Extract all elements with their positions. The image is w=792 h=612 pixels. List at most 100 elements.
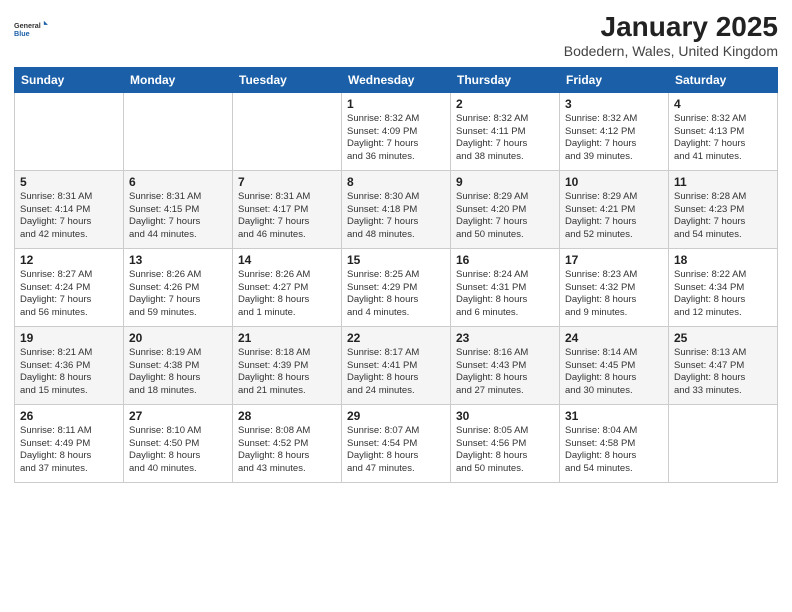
day-info: Sunrise: 8:32 AM Sunset: 4:11 PM Dayligh… — [456, 113, 554, 164]
day-info: Sunrise: 8:13 AM Sunset: 4:47 PM Dayligh… — [674, 347, 772, 398]
day-info: Sunrise: 8:26 AM Sunset: 4:26 PM Dayligh… — [129, 269, 227, 320]
logo-svg: General Blue — [14, 12, 50, 48]
svg-text:General: General — [14, 21, 41, 30]
table-row: 28 Sunrise: 8:08 AM Sunset: 4:52 PM Dayli… — [233, 404, 342, 482]
table-row: 11 Sunrise: 8:28 AM Sunset: 4:23 PM Dayli… — [669, 170, 778, 248]
day-number: 4 — [674, 97, 772, 111]
day-info: Sunrise: 8:27 AM Sunset: 4:24 PM Dayligh… — [20, 269, 118, 320]
day-number: 29 — [347, 409, 445, 423]
day-number: 6 — [129, 175, 227, 189]
day-info: Sunrise: 8:31 AM Sunset: 4:17 PM Dayligh… — [238, 191, 336, 242]
table-row: 22 Sunrise: 8:17 AM Sunset: 4:41 PM Dayli… — [342, 326, 451, 404]
location-subtitle: Bodedern, Wales, United Kingdom — [564, 43, 778, 59]
table-row: 31 Sunrise: 8:04 AM Sunset: 4:58 PM Dayli… — [560, 404, 669, 482]
svg-text:Blue: Blue — [14, 29, 30, 38]
day-number: 22 — [347, 331, 445, 345]
table-row: 6Sunrise: 8:31 AM Sunset: 4:15 PM Daylig… — [124, 170, 233, 248]
day-number: 25 — [674, 331, 772, 345]
day-info: Sunrise: 8:28 AM Sunset: 4:23 PM Dayligh… — [674, 191, 772, 242]
calendar-week-row: 19Sunrise: 8:21 AM Sunset: 4:36 PM Dayli… — [15, 326, 778, 404]
logo: General Blue — [14, 12, 50, 48]
day-info: Sunrise: 8:21 AM Sunset: 4:36 PM Dayligh… — [20, 347, 118, 398]
day-info: Sunrise: 8:05 AM Sunset: 4:56 PM Dayligh… — [456, 425, 554, 476]
header-wednesday: Wednesday — [342, 67, 451, 92]
table-row: 17 Sunrise: 8:23 AM Sunset: 4:32 PM Dayli… — [560, 248, 669, 326]
day-info: Sunrise: 8:07 AM Sunset: 4:54 PM Dayligh… — [347, 425, 445, 476]
day-number: 9 — [456, 175, 554, 189]
day-info: Sunrise: 8:24 AM Sunset: 4:31 PM Dayligh… — [456, 269, 554, 320]
table-row: 18Sunrise: 8:22 AM Sunset: 4:34 PM Dayli… — [669, 248, 778, 326]
header-friday: Friday — [560, 67, 669, 92]
table-row: 13Sunrise: 8:26 AM Sunset: 4:26 PM Dayli… — [124, 248, 233, 326]
table-row — [669, 404, 778, 482]
table-row: 5Sunrise: 8:31 AM Sunset: 4:14 PM Daylig… — [15, 170, 124, 248]
calendar-week-row: 26 Sunrise: 8:11 AM Sunset: 4:49 PM Dayli… — [15, 404, 778, 482]
day-number: 20 — [129, 331, 227, 345]
table-row: 14 Sunrise: 8:26 AM Sunset: 4:27 PM Dayli… — [233, 248, 342, 326]
day-info: Sunrise: 8:16 AM Sunset: 4:43 PM Dayligh… — [456, 347, 554, 398]
month-title: January 2025 — [564, 12, 778, 43]
day-info: Sunrise: 8:14 AM Sunset: 4:45 PM Dayligh… — [565, 347, 663, 398]
page-header: General Blue January 2025 Bodedern, Wale… — [14, 12, 778, 59]
table-row: 1Sunrise: 8:32 AM Sunset: 4:09 PM Daylig… — [342, 92, 451, 170]
table-row: 4 Sunrise: 8:32 AM Sunset: 4:13 PM Daylig… — [669, 92, 778, 170]
day-info: Sunrise: 8:23 AM Sunset: 4:32 PM Dayligh… — [565, 269, 663, 320]
table-row: 24 Sunrise: 8:14 AM Sunset: 4:45 PM Dayli… — [560, 326, 669, 404]
day-number: 7 — [238, 175, 336, 189]
day-number: 30 — [456, 409, 554, 423]
day-number: 31 — [565, 409, 663, 423]
day-info: Sunrise: 8:18 AM Sunset: 4:39 PM Dayligh… — [238, 347, 336, 398]
day-info: Sunrise: 8:04 AM Sunset: 4:58 PM Dayligh… — [565, 425, 663, 476]
day-number: 3 — [565, 97, 663, 111]
calendar-week-row: 12 Sunrise: 8:27 AM Sunset: 4:24 PM Dayli… — [15, 248, 778, 326]
day-number: 26 — [20, 409, 118, 423]
table-row: 12 Sunrise: 8:27 AM Sunset: 4:24 PM Dayli… — [15, 248, 124, 326]
day-info: Sunrise: 8:30 AM Sunset: 4:18 PM Dayligh… — [347, 191, 445, 242]
day-info: Sunrise: 8:32 AM Sunset: 4:09 PM Dayligh… — [347, 113, 445, 164]
header-thursday: Thursday — [451, 67, 560, 92]
table-row: 15 Sunrise: 8:25 AM Sunset: 4:29 PM Dayli… — [342, 248, 451, 326]
table-row: 29 Sunrise: 8:07 AM Sunset: 4:54 PM Dayli… — [342, 404, 451, 482]
day-number: 5 — [20, 175, 118, 189]
table-row: 21 Sunrise: 8:18 AM Sunset: 4:39 PM Dayli… — [233, 326, 342, 404]
header-sunday: Sunday — [15, 67, 124, 92]
day-number: 14 — [238, 253, 336, 267]
day-number: 21 — [238, 331, 336, 345]
day-number: 24 — [565, 331, 663, 345]
day-info: Sunrise: 8:08 AM Sunset: 4:52 PM Dayligh… — [238, 425, 336, 476]
day-number: 16 — [456, 253, 554, 267]
day-info: Sunrise: 8:29 AM Sunset: 4:21 PM Dayligh… — [565, 191, 663, 242]
table-row: 2 Sunrise: 8:32 AM Sunset: 4:11 PM Daylig… — [451, 92, 560, 170]
day-number: 27 — [129, 409, 227, 423]
day-number: 28 — [238, 409, 336, 423]
day-number: 15 — [347, 253, 445, 267]
day-number: 17 — [565, 253, 663, 267]
calendar-week-row: 5Sunrise: 8:31 AM Sunset: 4:14 PM Daylig… — [15, 170, 778, 248]
day-info: Sunrise: 8:19 AM Sunset: 4:38 PM Dayligh… — [129, 347, 227, 398]
day-number: 8 — [347, 175, 445, 189]
table-row: 8 Sunrise: 8:30 AM Sunset: 4:18 PM Daylig… — [342, 170, 451, 248]
day-number: 10 — [565, 175, 663, 189]
day-info: Sunrise: 8:26 AM Sunset: 4:27 PM Dayligh… — [238, 269, 336, 320]
day-number: 2 — [456, 97, 554, 111]
header-monday: Monday — [124, 67, 233, 92]
day-number: 12 — [20, 253, 118, 267]
day-info: Sunrise: 8:32 AM Sunset: 4:13 PM Dayligh… — [674, 113, 772, 164]
header-tuesday: Tuesday — [233, 67, 342, 92]
table-row: 30 Sunrise: 8:05 AM Sunset: 4:56 PM Dayli… — [451, 404, 560, 482]
table-row: 16 Sunrise: 8:24 AM Sunset: 4:31 PM Dayli… — [451, 248, 560, 326]
day-number: 18 — [674, 253, 772, 267]
table-row: 9 Sunrise: 8:29 AM Sunset: 4:20 PM Daylig… — [451, 170, 560, 248]
day-info: Sunrise: 8:11 AM Sunset: 4:49 PM Dayligh… — [20, 425, 118, 476]
day-info: Sunrise: 8:29 AM Sunset: 4:20 PM Dayligh… — [456, 191, 554, 242]
day-number: 11 — [674, 175, 772, 189]
page-container: General Blue January 2025 Bodedern, Wale… — [0, 0, 792, 612]
table-row: 25 Sunrise: 8:13 AM Sunset: 4:47 PM Dayli… — [669, 326, 778, 404]
table-row: 27Sunrise: 8:10 AM Sunset: 4:50 PM Dayli… — [124, 404, 233, 482]
table-row — [233, 92, 342, 170]
day-info: Sunrise: 8:17 AM Sunset: 4:41 PM Dayligh… — [347, 347, 445, 398]
calendar-table: Sunday Monday Tuesday Wednesday Thursday… — [14, 67, 778, 483]
table-row: 7 Sunrise: 8:31 AM Sunset: 4:17 PM Daylig… — [233, 170, 342, 248]
table-row — [124, 92, 233, 170]
day-info: Sunrise: 8:25 AM Sunset: 4:29 PM Dayligh… — [347, 269, 445, 320]
